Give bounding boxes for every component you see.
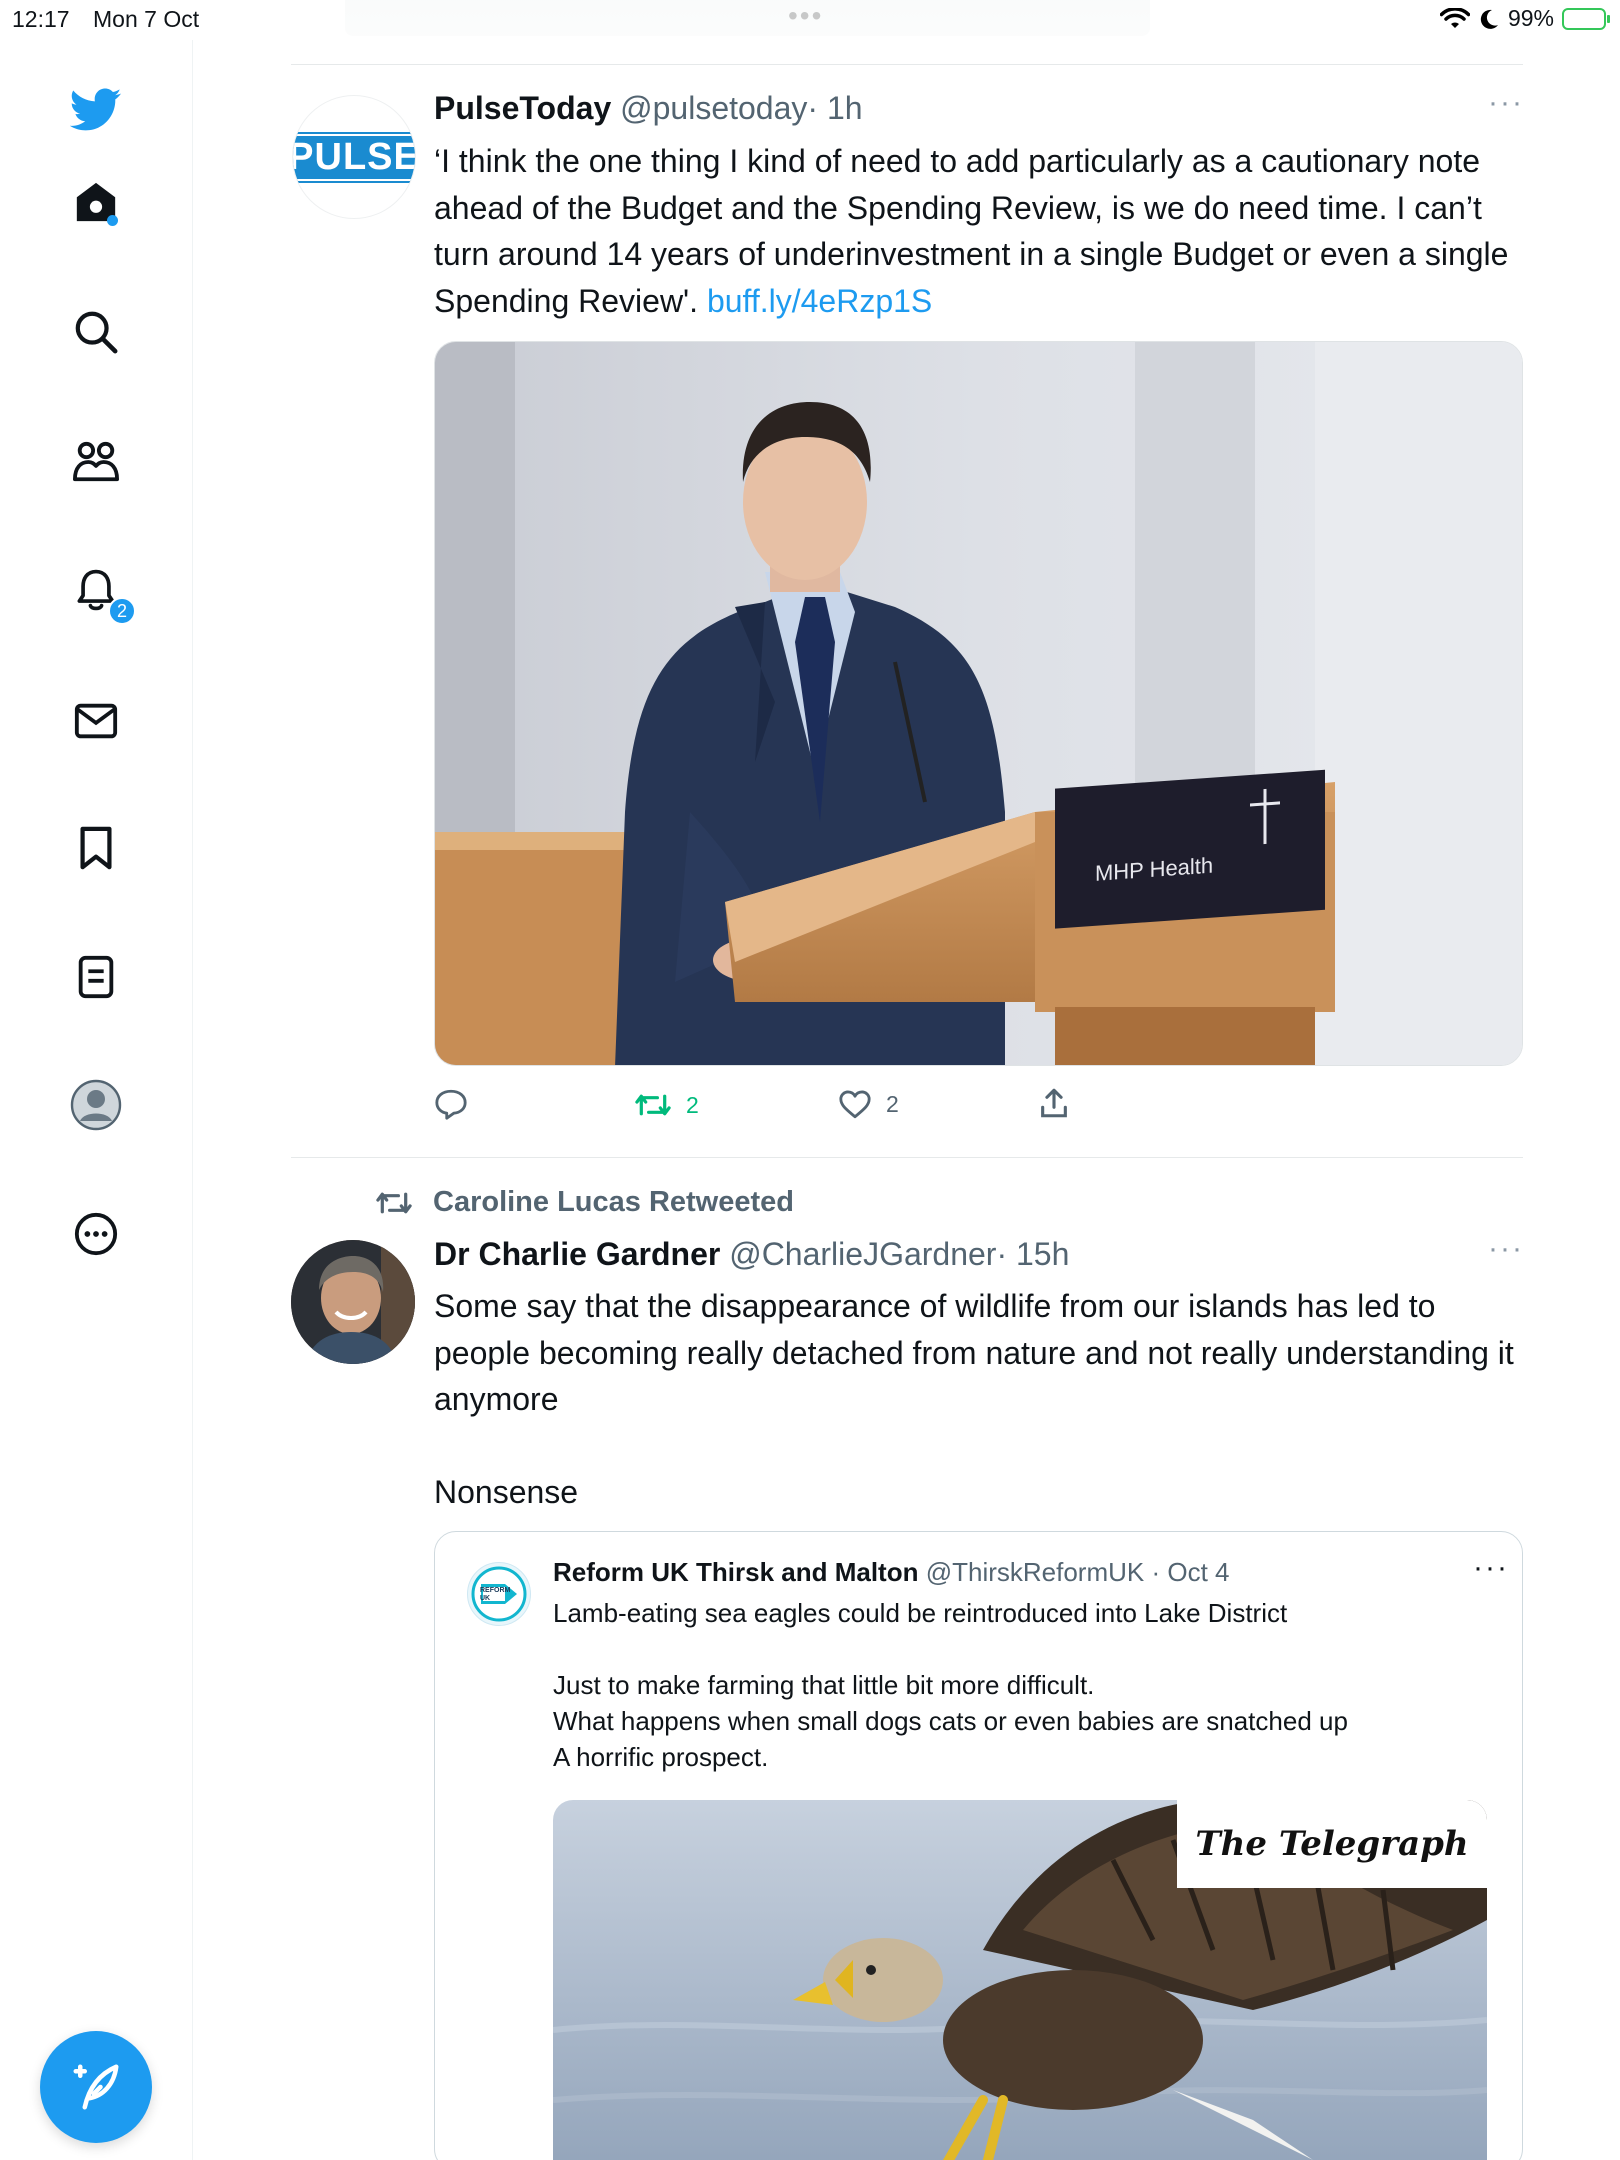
quote-line-3: What happens when small dogs cats or eve… [553,1706,1348,1736]
reply-button[interactable] [434,1088,468,1120]
quote-line-2: Just to make farming that little bit mor… [553,1670,1095,1700]
battery-percent: 99% [1507,5,1554,31]
like-button[interactable]: 2 [838,1088,899,1120]
tweet-body: ‘I think the one thing I kind of need to… [434,138,1524,324]
tweet-time: · 15h [996,1236,1070,1272]
quote-time: · Oct 4 [1151,1557,1230,1587]
tweet-actions: 2 2 [434,1088,1134,1128]
share-icon [1041,1088,1067,1118]
like-count: 2 [886,1090,899,1117]
retweeted-by[interactable]: Caroline Lucas Retweeted [375,1186,794,1219]
tweet-divider [291,1157,1523,1158]
bookmark-icon[interactable] [70,822,122,874]
quote-author-handle[interactable]: @ThirskReformUK [926,1557,1145,1587]
tweet-link[interactable]: buff.ly/4eRzp1S [707,283,932,319]
quote-author-name[interactable]: Reform UK Thirsk and Malton [553,1557,918,1587]
quote-line-1: Lamb-eating sea eagles could be reintrod… [553,1598,1288,1628]
reform-avatar-text: REFORM UK [480,1587,511,1602]
tweet-time: · 1h [807,90,863,126]
tweet-text: ‘I think the one thing I kind of need to… [434,143,1509,319]
more-icon[interactable] [70,1208,122,1260]
compose-icon [73,2064,119,2110]
share-button[interactable] [1038,1086,1070,1120]
charlie-gardner-avatar[interactable] [291,1240,415,1364]
tweet-text-2: Nonsense [434,1473,579,1510]
quote-header: Reform UK Thirsk and Malton @ThirskRefor… [553,1551,1507,1588]
retweeted-by-label: Caroline Lucas Retweeted [433,1186,794,1218]
tweet-header: PulseToday @pulsetoday· 1h ··· [434,86,1524,127]
lists-icon[interactable] [70,951,122,1003]
wifi-icon [1439,7,1470,28]
pulse-logo: PULSE [293,131,415,183]
quote-body: Lamb-eating sea eagles could be reintrod… [553,1595,1453,1775]
status-date: Mon 7 Oct [93,6,200,32]
messages-icon[interactable] [70,695,122,747]
pulsetoday-avatar[interactable]: PULSE [292,95,416,219]
tweet-header: Dr Charlie Gardner @CharlieJGardner· 15h… [434,1232,1524,1273]
author-handle[interactable]: @CharlieJGardner [729,1236,996,1272]
moon-icon [1480,9,1498,29]
status-right: 99% [1439,5,1610,32]
status-time: 12:17 [12,6,70,32]
reform-avatar: REFORM UK [467,1562,531,1626]
search-icon[interactable] [70,306,122,358]
communities-icon[interactable] [70,436,122,488]
author-name[interactable]: PulseToday [434,90,611,126]
feed-top-divider [291,64,1523,65]
battery-icon [1562,7,1610,30]
retweet-icon [635,1094,671,1116]
heart-icon [839,1090,871,1119]
compose-button[interactable] [40,2031,152,2143]
tweet-photo[interactable]: MHP Health [434,341,1523,1066]
retweet-icon [376,1192,412,1213]
quote-photo[interactable]: The Telegraph [553,1800,1487,2160]
profile-icon[interactable] [70,1079,122,1131]
home-unread-dot [107,215,118,226]
tweet-more-icon[interactable]: ··· [1488,1232,1524,1266]
sidebar: 2 [0,40,193,2160]
quote-more-icon[interactable]: ··· [1473,1551,1509,1585]
tweet-body: Some say that the disappearance of wildl… [434,1283,1524,1515]
quoted-tweet[interactable]: REFORM UK Reform UK Thirsk and Malton @T… [434,1531,1523,2160]
retweet-button[interactable]: 2 [634,1090,699,1120]
person-photo [291,1240,415,1364]
header-ghost [345,0,1150,36]
twitter-bird-icon[interactable] [70,84,122,136]
podium-photo: MHP Health [435,342,1522,1065]
telegraph-label: The Telegraph [1177,1800,1487,1888]
retweet-count: 2 [686,1091,699,1118]
reply-icon [435,1089,467,1120]
author-name[interactable]: Dr Charlie Gardner [434,1236,720,1272]
tweet-text: Some say that the disappearance of wildl… [434,1288,1514,1417]
quote-line-4: A horrific prospect. [553,1742,769,1772]
author-handle[interactable]: @pulsetoday [620,90,807,126]
tweet-more-icon[interactable]: ··· [1488,86,1524,120]
notifications-badge: 2 [108,597,136,625]
